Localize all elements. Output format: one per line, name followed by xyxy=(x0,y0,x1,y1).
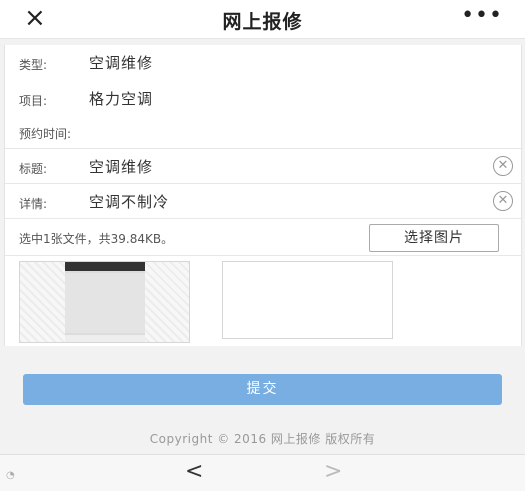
screenshot-preview xyxy=(65,262,145,342)
clear-subject-icon[interactable]: ✕ xyxy=(493,156,513,176)
back-button[interactable]: < xyxy=(185,459,203,484)
submit-button[interactable]: 提交 xyxy=(23,374,502,405)
subject-label: 标题: xyxy=(19,162,48,176)
appointment-time-label: 预约时间: xyxy=(19,127,72,141)
file-row: 选中1张文件，共39.84KB。 选择图片 xyxy=(5,219,521,256)
watermark-icon: ◔ xyxy=(6,470,15,481)
empty-image-slot[interactable] xyxy=(222,261,393,339)
item-value[interactable]: 格力空调 xyxy=(89,88,153,109)
top-bar: × 网上报修 ••• xyxy=(0,0,525,39)
forward-button[interactable]: > xyxy=(324,459,342,484)
type-label: 类型: xyxy=(19,58,48,72)
choose-image-button[interactable]: 选择图片 xyxy=(369,224,499,252)
image-previews xyxy=(5,256,521,346)
type-row[interactable]: 类型: 空调维修 xyxy=(5,45,521,81)
item-row[interactable]: 项目: 格力空调 xyxy=(5,81,521,114)
file-info: 选中1张文件，共39.84KB。 xyxy=(19,232,174,246)
copyright-text: Copyright © 2016 网上报修 版权所有 xyxy=(149,432,376,446)
clear-detail-icon[interactable]: ✕ xyxy=(493,191,513,211)
page-title: 网上报修 xyxy=(222,11,303,33)
detail-input[interactable]: 空调不制冷 xyxy=(89,191,169,212)
image-thumbnail[interactable] xyxy=(19,261,190,343)
detail-row: 详情: 空调不制冷 ✕ xyxy=(5,184,521,219)
item-label: 项目: xyxy=(19,94,48,108)
bottom-nav-bar: ◔ < > xyxy=(0,454,525,491)
detail-label: 详情: xyxy=(19,197,48,211)
more-options-icon[interactable]: ••• xyxy=(461,4,503,28)
appointment-time-row[interactable]: 预约时间: xyxy=(5,114,521,149)
repair-form: 类型: 空调维修 项目: 格力空调 预约时间: 标题: 空调维修 ✕ 详情: 空… xyxy=(4,45,522,346)
subject-input[interactable]: 空调维修 xyxy=(89,156,153,177)
type-value[interactable]: 空调维修 xyxy=(89,52,153,73)
subject-row: 标题: 空调维修 ✕ xyxy=(5,149,521,184)
